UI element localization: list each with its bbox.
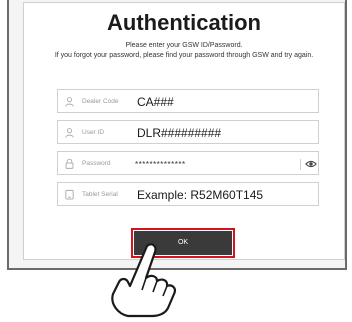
- person-icon: [65, 128, 74, 138]
- password-value: **************: [135, 160, 186, 169]
- dealer-code-field[interactable]: Dealer Code CA###: [57, 89, 319, 113]
- user-id-field[interactable]: User ID DLR#########: [57, 120, 319, 144]
- user-id-label: User ID: [82, 129, 105, 136]
- tablet-icon: [65, 189, 74, 200]
- dealer-code-value: CA###: [137, 95, 174, 109]
- tablet-serial-field[interactable]: Tablet Serial Example: R52M60T145: [57, 182, 319, 206]
- lock-icon: [65, 158, 74, 169]
- password-field[interactable]: Password **************: [57, 151, 319, 175]
- authentication-dialog: Authentication Please enter your GSW ID/…: [23, 2, 345, 260]
- pointing-hand-icon: [111, 243, 176, 318]
- person-icon: [65, 97, 74, 107]
- divider: [300, 159, 301, 170]
- password-label: Password: [82, 160, 111, 167]
- instruction-line-1: Please enter your GSW ID/Password.: [125, 42, 243, 49]
- dialog-title: Authentication: [107, 10, 261, 35]
- tablet-serial-placeholder: Example: R52M60T145: [137, 188, 264, 202]
- instruction-line-2: If you forgot your password, please find…: [54, 52, 314, 59]
- dialog-instructions: Please enter your GSW ID/Password. If yo…: [24, 41, 344, 61]
- tablet-serial-label: Tablet Serial: [82, 191, 118, 198]
- user-id-value: DLR#########: [137, 126, 222, 140]
- dealer-code-label: Dealer Code: [82, 98, 119, 105]
- eye-icon[interactable]: [305, 159, 317, 169]
